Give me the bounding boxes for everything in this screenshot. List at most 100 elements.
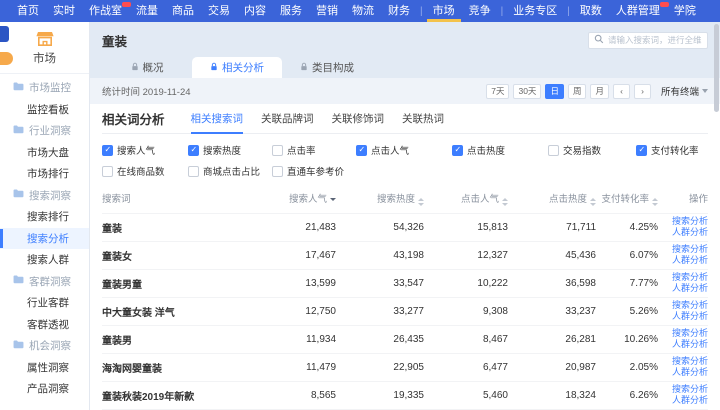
nav-item-label: 取数 — [580, 5, 602, 17]
column-header[interactable]: 点击人气 — [424, 186, 508, 213]
unit-button[interactable]: 月 — [590, 84, 609, 99]
range-button[interactable]: 30天 — [513, 84, 541, 99]
sidebar-item-label: 搜索洞察 — [29, 188, 71, 203]
sidebar-group[interactable]: 行业洞察 — [0, 120, 89, 142]
metric-checkbox-item[interactable]: 支付转化率 — [636, 143, 708, 157]
sidebar-item[interactable]: 市场大盘 — [0, 142, 89, 164]
action-link[interactable]: 人群分析 — [672, 227, 708, 238]
action-link[interactable]: 人群分析 — [672, 283, 708, 294]
metric-checkbox-item[interactable]: 点击人气 — [356, 143, 452, 157]
sidebar-item[interactable]: 客群透视 — [0, 314, 89, 336]
nav-item[interactable]: 人群管理 — [609, 0, 667, 22]
terminal-dropdown[interactable]: 所有终端 — [661, 84, 708, 98]
next-button[interactable]: › — [634, 84, 651, 99]
nav-item[interactable]: 首页 — [10, 0, 46, 22]
header-tab[interactable]: 相关分析 — [192, 57, 282, 78]
metric-checkbox-item[interactable]: 直通车参考价 — [272, 164, 356, 178]
main-layout: 市场 市场监控监控看板行业洞察市场大盘市场排行搜索洞察搜索排行搜索分析搜索人群客… — [0, 22, 720, 410]
metric-label: 搜索热度 — [203, 143, 241, 157]
sidebar-module-header[interactable]: 市场 — [0, 22, 89, 74]
sidebar-group[interactable]: 客群洞察 — [0, 271, 89, 293]
nav-item-label: 交易 — [208, 5, 230, 17]
metric-checkbox-item[interactable]: 商城点击占比 — [188, 164, 272, 178]
nav-item[interactable]: 物流 — [345, 0, 381, 22]
panel-tab[interactable]: 关联修饰词 — [332, 104, 385, 133]
action-link[interactable]: 搜索分析 — [672, 216, 708, 227]
action-link[interactable]: 人群分析 — [672, 339, 708, 350]
checkbox[interactable] — [102, 166, 113, 177]
search-input[interactable] — [608, 35, 702, 45]
metric-checkbox-item[interactable]: 搜索热度 — [188, 143, 272, 157]
sidebar-item[interactable]: 搜索人群 — [0, 249, 89, 271]
nav-item[interactable]: 学院 — [667, 0, 703, 22]
metric-checkbox-item[interactable]: 搜索人气 — [102, 143, 188, 157]
nav-item[interactable]: 财务 — [381, 0, 417, 22]
checkbox[interactable] — [452, 145, 463, 156]
checkbox[interactable] — [272, 166, 283, 177]
action-link[interactable]: 搜索分析 — [672, 300, 708, 311]
checkbox[interactable] — [188, 145, 199, 156]
column-header[interactable]: 支付转化率 — [596, 186, 658, 213]
checkbox[interactable] — [102, 145, 113, 156]
sidebar-group[interactable]: 市场监控 — [0, 77, 89, 99]
action-link[interactable]: 搜索分析 — [672, 384, 708, 395]
metric-checkbox-item[interactable]: 在线商品数 — [102, 164, 188, 178]
nav-item[interactable]: 市场 — [426, 0, 462, 22]
nav-item[interactable]: 内容 — [237, 0, 273, 22]
metric-checkbox-item[interactable]: 交易指数 — [548, 143, 636, 157]
sidebar-item[interactable]: 产品洞察 — [0, 378, 89, 400]
action-link[interactable]: 人群分析 — [672, 395, 708, 406]
checkbox[interactable] — [188, 166, 199, 177]
checkbox[interactable] — [636, 145, 647, 156]
value-cell: 7.77% — [596, 269, 658, 297]
nav-item[interactable]: 业务专区 — [506, 0, 564, 22]
column-header[interactable]: 点击热度 — [508, 186, 596, 213]
action-link[interactable]: 人群分析 — [672, 311, 708, 322]
column-header[interactable]: 搜索热度 — [336, 186, 424, 213]
metric-checkbox-item[interactable]: 点击热度 — [452, 143, 548, 157]
keyword-search-box[interactable] — [588, 32, 708, 49]
metric-checkbox-item[interactable]: 点击率 — [272, 143, 356, 157]
panel-tab[interactable]: 关联热词 — [402, 104, 444, 133]
checkbox[interactable] — [548, 145, 559, 156]
unit-button[interactable]: 日 — [545, 84, 564, 99]
column-header[interactable]: 搜索人气 — [250, 186, 336, 213]
nav-item[interactable]: 营销 — [309, 0, 345, 22]
checkbox[interactable] — [356, 145, 367, 156]
sidebar-item[interactable]: 属性洞察 — [0, 357, 89, 379]
sidebar-item[interactable]: 行业客群 — [0, 292, 89, 314]
panel-tab[interactable]: 相关搜索词 — [191, 104, 244, 133]
action-link[interactable]: 搜索分析 — [672, 356, 708, 367]
action-link[interactable]: 搜索分析 — [672, 328, 708, 339]
sidebar-item[interactable]: 监控看板 — [0, 99, 89, 121]
range-button[interactable]: 7天 — [486, 84, 509, 99]
nav-item[interactable]: 取数 — [573, 0, 609, 22]
unit-button[interactable]: 周 — [568, 84, 587, 99]
header-tab[interactable]: 类目构成 — [282, 57, 372, 78]
nav-item[interactable]: 商品 — [165, 0, 201, 22]
sidebar-item[interactable]: 搜索分析 — [0, 228, 89, 250]
sidebar-group[interactable]: 搜索洞察 — [0, 185, 89, 207]
scrollbar-thumb[interactable] — [714, 24, 719, 112]
nav-item[interactable]: 服务 — [273, 0, 309, 22]
column-header: 搜索词 — [102, 186, 250, 213]
nav-item[interactable]: 实时 — [46, 0, 82, 22]
nav-item[interactable]: 交易 — [201, 0, 237, 22]
action-link[interactable]: 人群分析 — [672, 367, 708, 378]
scrollbar[interactable] — [714, 24, 719, 408]
sidebar-item-label: 市场大盘 — [27, 145, 69, 160]
nav-item[interactable]: 竞争 — [462, 0, 498, 22]
nav-item[interactable]: 作战室 — [82, 0, 129, 22]
sidebar-group[interactable]: 机会洞察 — [0, 335, 89, 357]
action-link[interactable]: 搜索分析 — [672, 272, 708, 283]
value-cell: 15,813 — [424, 213, 508, 241]
panel-tab[interactable]: 关联品牌词 — [261, 104, 314, 133]
action-link[interactable]: 搜索分析 — [672, 244, 708, 255]
action-link[interactable]: 人群分析 — [672, 255, 708, 266]
sidebar-item[interactable]: 搜索排行 — [0, 206, 89, 228]
header-tab[interactable]: 概况 — [102, 57, 192, 78]
sidebar-item[interactable]: 市场排行 — [0, 163, 89, 185]
prev-button[interactable]: ‹ — [613, 84, 630, 99]
checkbox[interactable] — [272, 145, 283, 156]
nav-item[interactable]: 流量 — [129, 0, 165, 22]
